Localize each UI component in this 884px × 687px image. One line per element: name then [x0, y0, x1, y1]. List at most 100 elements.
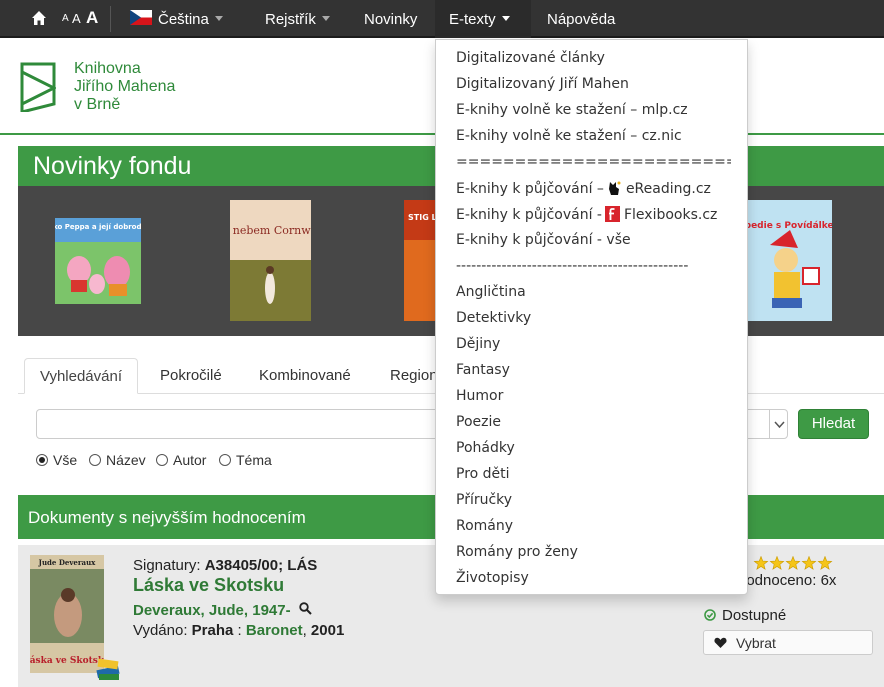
radio-selected-icon: [36, 454, 48, 466]
menu-item-romany[interactable]: Romány: [456, 518, 513, 534]
menu-item-ebooks-all[interactable]: E-knihy k půjčování - vše: [456, 232, 631, 248]
book-cover-logopedie[interactable]: Logopedie s Povídálkem - R: [748, 200, 832, 321]
cover-text: Láska ve Skotsku: [30, 655, 104, 666]
font-size-medium-button[interactable]: A: [72, 11, 81, 26]
menu-item-pohadky[interactable]: Pohádky: [456, 440, 515, 456]
menu-item-zivotopisy[interactable]: Životopisy: [456, 570, 529, 586]
cover-text: Prasátko Peppa a její dobrodružství: [55, 223, 141, 231]
rating-count: hodnoceno: 6x: [738, 572, 837, 589]
book-cover-peppa[interactable]: Prasátko Peppa a její dobrodružství: [55, 218, 141, 304]
menu-item-ebooks-ereading[interactable]: E-knihy k půjčování – eReading.cz: [456, 180, 711, 197]
menu-item-humor[interactable]: Humor: [456, 388, 503, 404]
publisher-place: Praha: [191, 622, 234, 639]
radio-autor[interactable]: Autor: [156, 452, 206, 468]
language-dropdown[interactable]: Čeština: [158, 11, 223, 28]
select-button-label: Vybrat: [736, 635, 776, 651]
chevron-down-icon: [501, 15, 510, 21]
book-published: Vydáno: Praha : Baronet, 2001: [133, 622, 345, 639]
cover-text: STIG LARSSON: [408, 213, 438, 222]
language-label: Čeština: [158, 11, 209, 28]
library-logo-icon[interactable]: [20, 60, 56, 112]
top-navbar: A A A Čeština Rejstřík Novinky E-texty N…: [0, 0, 884, 38]
star-icon: [785, 556, 801, 570]
radio-label: Vše: [53, 452, 78, 468]
search-icon[interactable]: [299, 602, 312, 615]
select-button[interactable]: Vybrat: [703, 630, 873, 655]
nav-etexty[interactable]: E-texty: [449, 11, 510, 28]
radio-nazev[interactable]: Název: [89, 452, 146, 468]
star-icon: [769, 556, 785, 570]
book-stack-icon: [96, 658, 120, 680]
radio-unselected-icon: [89, 454, 101, 466]
radio-label: Téma: [236, 452, 272, 468]
menu-item-ebooks-free-mlp[interactable]: E-knihy volně ke stažení – mlp.cz: [456, 102, 688, 118]
nav-napoveda[interactable]: Nápověda: [547, 11, 615, 28]
menu-item-label: E-knihy k půjčování –: [456, 181, 604, 197]
tab-vyhledavani[interactable]: Vyhledávání: [24, 358, 139, 394]
menu-item-poezie[interactable]: Poezie: [456, 414, 501, 430]
book-signature: Signatury: A38405/00; LÁS: [133, 557, 317, 574]
published-label: Vydáno:: [133, 622, 188, 639]
library-name-line3: v Brně: [74, 96, 121, 113]
book-cover-laska[interactable]: Jude Deveraux Láska ve Skotsku: [30, 555, 104, 673]
heart-icon: [714, 637, 727, 648]
book-author-link[interactable]: Deveraux, Jude, 1947-: [133, 602, 291, 619]
availability-status: Dostupné: [704, 607, 786, 624]
menu-item-fantasy[interactable]: Fantasy: [456, 362, 510, 378]
etexty-dropdown-menu: Digitalizované články Digitalizovaný Jiř…: [435, 39, 748, 595]
menu-item-dejiny[interactable]: Dějiny: [456, 336, 500, 352]
menu-item-pro-deti[interactable]: Pro děti: [456, 466, 510, 482]
book-cover-larsson[interactable]: STIG LARSSON: [404, 200, 438, 321]
menu-item-digitalized-articles[interactable]: Digitalizované články: [456, 50, 605, 66]
czech-flag-icon[interactable]: [130, 10, 152, 25]
publisher-link[interactable]: Baronet: [246, 622, 303, 639]
nav-rejstrik-label: Rejstřík: [265, 11, 316, 28]
radio-vse[interactable]: Vše: [36, 452, 77, 468]
menu-item-digitalized-mahen[interactable]: Digitalizovaný Jiří Mahen: [456, 76, 629, 92]
radio-unselected-icon: [219, 454, 231, 466]
library-name-line2: Jiřího Mahena: [74, 78, 176, 95]
signature-label: Signatury:: [133, 557, 201, 574]
menu-item-ebooks-free-cznic[interactable]: E-knihy volně ke stažení – cz.nic: [456, 128, 682, 144]
ereading-logo-icon: [608, 181, 621, 195]
menu-item-ebooks-flexibooks[interactable]: E-knihy k půjčování - Flexibooks.cz: [456, 206, 717, 223]
rating-stars: [753, 556, 833, 570]
check-circle-icon: [704, 609, 716, 621]
font-size-small-button[interactable]: A: [62, 13, 69, 24]
nav-etexty-label: E-texty: [449, 11, 496, 28]
cover-text: Logopedie s Povídálkem - R: [748, 221, 832, 231]
library-name[interactable]: Knihovna Jiřího Mahena v Brně: [74, 60, 175, 114]
radio-label: Název: [106, 452, 146, 468]
nav-novinky[interactable]: Novinky: [364, 11, 417, 28]
menu-separator: ----------------------------------------…: [456, 258, 689, 274]
availability-label: Dostupné: [722, 607, 787, 624]
divider: [110, 6, 111, 32]
menu-item-prirucky[interactable]: Příručky: [456, 492, 512, 508]
nav-rejstrik[interactable]: Rejstřík: [265, 11, 330, 28]
book-title-link[interactable]: Láska ve Skotsku: [133, 575, 284, 596]
radio-tema[interactable]: Téma: [219, 452, 272, 468]
menu-item-romany-pro-zeny[interactable]: Romány pro ženy: [456, 544, 578, 560]
chevron-down-icon: [774, 421, 785, 429]
signature-value: A38405/00; LÁS: [204, 557, 318, 574]
radio-unselected-icon: [156, 454, 168, 466]
menu-item-label: E-knihy k půjčování -: [456, 207, 602, 223]
tab-kombinovane[interactable]: Kombinované: [244, 358, 366, 394]
publish-year: 2001: [310, 622, 345, 639]
font-size-large-button[interactable]: A: [86, 8, 98, 28]
menu-item-anglictina[interactable]: Angličtina: [456, 284, 526, 300]
flexibooks-logo-icon: [604, 206, 620, 222]
star-icon: [753, 556, 769, 570]
published-separator: :: [237, 622, 242, 639]
home-icon[interactable]: [31, 10, 47, 26]
menu-separator: ========================: [456, 154, 731, 170]
star-icon: [817, 556, 833, 570]
search-button[interactable]: Hledat: [798, 409, 869, 439]
tab-pokrocile[interactable]: Pokročilé: [145, 358, 237, 394]
star-icon: [801, 556, 817, 570]
menu-item-source: Flexibooks.cz: [623, 207, 718, 223]
menu-item-detektivky[interactable]: Detektivky: [456, 310, 531, 326]
book-cover-cornwall[interactable]: Pod nebem Cornwallu: [230, 200, 311, 321]
search-suggest-toggle[interactable]: [769, 409, 788, 439]
library-name-line1: Knihovna: [74, 60, 141, 77]
